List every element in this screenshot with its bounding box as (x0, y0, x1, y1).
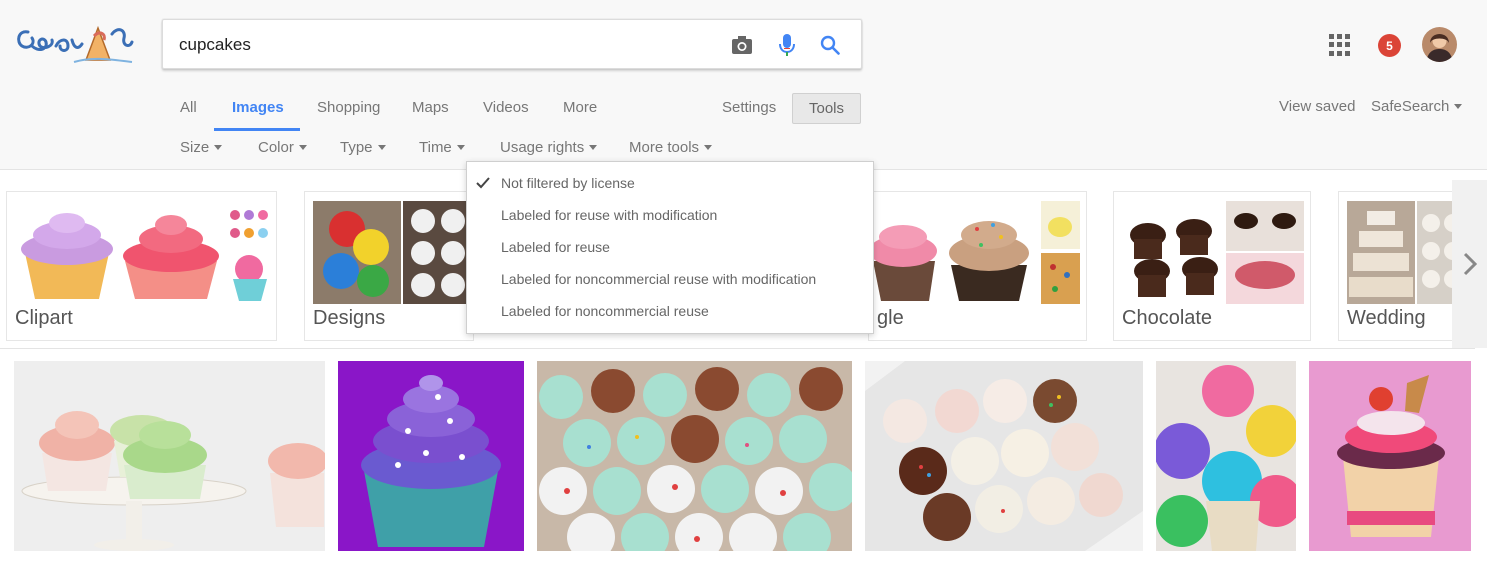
tool-size[interactable]: Size (180, 139, 223, 156)
related-thumbnail (313, 201, 473, 304)
related-thumbnail (1347, 201, 1467, 304)
tool-type[interactable]: Type (340, 139, 386, 156)
view-saved-link[interactable]: View saved (1279, 98, 1355, 115)
tool-type-label: Type (340, 139, 373, 156)
tool-usage-rights[interactable]: Usage rights (500, 139, 598, 156)
microphone-icon[interactable] (774, 32, 800, 58)
tab-maps[interactable]: Maps (412, 99, 449, 116)
menu-item-label: Labeled for reuse (501, 239, 610, 255)
menu-item-label: Labeled for reuse with modification (501, 207, 718, 223)
tab-images[interactable]: Images (232, 99, 284, 116)
tab-more[interactable]: More (563, 99, 597, 116)
tab-all[interactable]: All (180, 99, 197, 116)
chevron-down-icon (589, 144, 598, 150)
related-label: Clipart (15, 307, 73, 329)
related-search-chocolate[interactable]: Chocolate (1113, 191, 1311, 341)
settings-link[interactable]: Settings (722, 99, 776, 116)
related-search-designs[interactable]: Designs (304, 191, 474, 341)
tab-shopping[interactable]: Shopping (317, 99, 380, 116)
menu-item-label: Labeled for noncommercial reuse with mod… (501, 271, 817, 287)
result-image (537, 361, 852, 551)
chevron-down-icon (456, 144, 465, 150)
usage-rights-menu: Not filtered by license Labeled for reus… (466, 161, 874, 334)
menu-item-not-filtered[interactable]: Not filtered by license (467, 168, 873, 198)
chevron-right-icon (1463, 252, 1477, 276)
search-box (162, 19, 862, 69)
menu-item-reuse-with-modification[interactable]: Labeled for reuse with modification (467, 200, 873, 230)
tool-color[interactable]: Color (258, 139, 307, 156)
tab-videos[interactable]: Videos (483, 99, 529, 116)
notifications-badge[interactable]: 5 (1378, 34, 1401, 57)
related-search-wedding[interactable]: Wedding (1338, 191, 1468, 341)
result-image (338, 361, 524, 551)
chevron-down-icon (1454, 103, 1463, 109)
related-label: Wedding (1347, 307, 1426, 329)
camera-icon[interactable] (729, 32, 755, 58)
image-result[interactable] (865, 361, 1143, 551)
related-search-clipart[interactable]: Clipart (6, 191, 277, 341)
image-result[interactable] (1156, 361, 1296, 551)
scroll-right-button[interactable] (1452, 180, 1487, 348)
related-label: Designs (313, 307, 386, 329)
menu-item-label: Labeled for noncommercial reuse (501, 303, 709, 319)
search-icon[interactable] (817, 32, 843, 58)
image-result[interactable] (1309, 361, 1471, 551)
tool-more-tools[interactable]: More tools (629, 139, 713, 156)
chevron-down-icon (377, 144, 386, 150)
chevron-down-icon (704, 144, 713, 150)
image-result[interactable] (537, 361, 852, 551)
tool-color-label: Color (258, 139, 294, 156)
image-result[interactable] (14, 361, 325, 551)
menu-item-label: Not filtered by license (501, 175, 635, 191)
safesearch-menu[interactable]: SafeSearch (1371, 98, 1463, 115)
related-thumbnail (13, 201, 271, 304)
result-image (14, 361, 325, 551)
menu-item-reuse[interactable]: Labeled for reuse (467, 232, 873, 262)
tool-more-tools-label: More tools (629, 139, 700, 156)
check-icon (475, 168, 491, 198)
menu-item-noncommercial-reuse[interactable]: Labeled for noncommercial reuse (467, 296, 873, 326)
safesearch-label: SafeSearch (1371, 98, 1450, 115)
header: 5 All Images Shopping Maps Videos More S… (0, 0, 1487, 170)
chevron-down-icon (298, 144, 307, 150)
apps-grid-icon[interactable] (1329, 34, 1351, 56)
tool-usage-rights-label: Usage rights (500, 139, 585, 156)
image-result[interactable] (338, 361, 524, 551)
search-input[interactable] (179, 32, 699, 58)
related-label: gle (877, 307, 904, 329)
related-thumbnail (869, 201, 1080, 304)
menu-item-noncommercial-reuse-with-modification[interactable]: Labeled for noncommercial reuse with mod… (467, 264, 873, 294)
related-thumbnail (1122, 201, 1304, 304)
divider (0, 348, 1475, 349)
avatar[interactable] (1422, 27, 1457, 62)
tool-size-label: Size (180, 139, 210, 156)
result-image (865, 361, 1143, 551)
result-image (1156, 361, 1296, 551)
google-doodle-logo[interactable] (14, 20, 136, 68)
tools-button[interactable]: Tools (792, 93, 861, 124)
tool-time-label: Time (419, 139, 452, 156)
related-search-single[interactable]: gle (868, 191, 1087, 341)
active-tab-indicator (214, 128, 300, 131)
related-label: Chocolate (1122, 307, 1213, 329)
chevron-down-icon (214, 144, 223, 150)
result-image (1309, 361, 1471, 551)
tool-time[interactable]: Time (419, 139, 465, 156)
